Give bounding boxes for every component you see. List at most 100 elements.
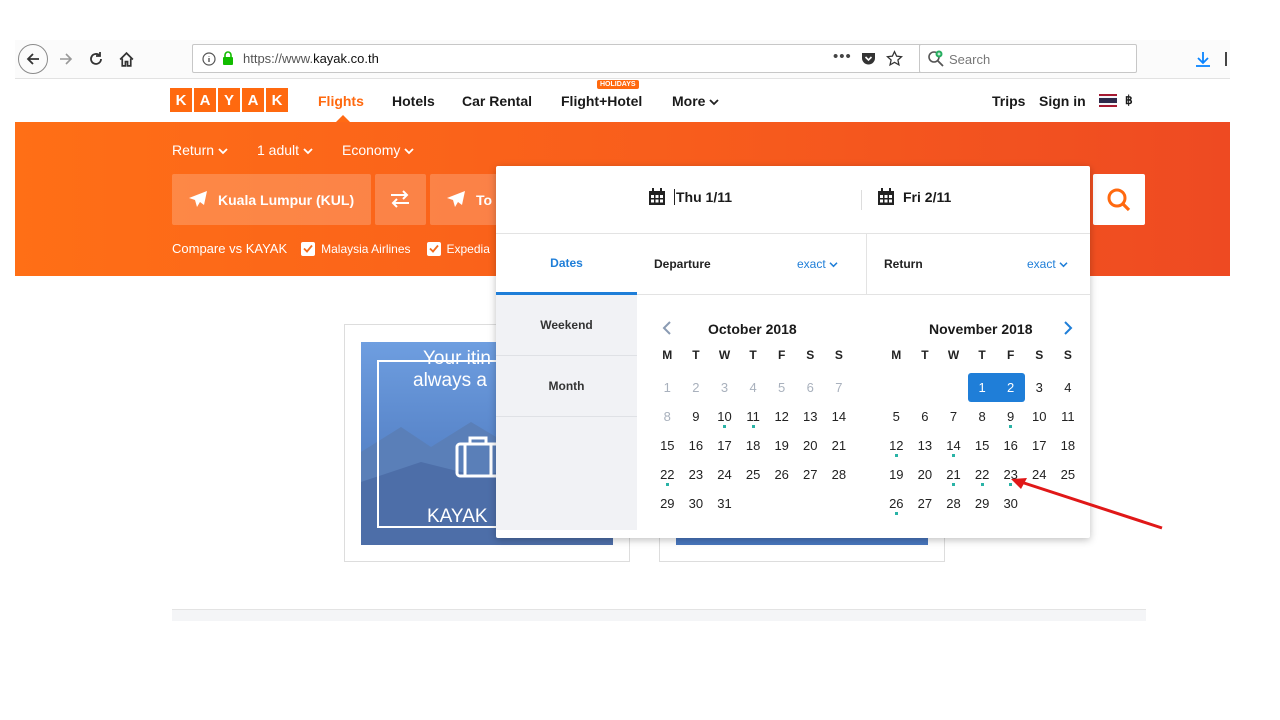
calendar-day[interactable]: 2 [996, 373, 1025, 402]
library-icon[interactable] [1225, 52, 1227, 66]
weekday-label: S [1063, 348, 1072, 362]
calendar-day[interactable]: 3 [1025, 373, 1054, 402]
calendar-day[interactable]: 30 [682, 489, 711, 518]
trip-type-dropdown[interactable]: Return [172, 142, 228, 158]
calendar-day[interactable]: 29 [653, 489, 682, 518]
chevron-down-icon [218, 148, 228, 155]
calendar-day[interactable]: 7 [939, 402, 968, 431]
calendar-day[interactable]: 9 [996, 402, 1025, 431]
tab-weekend[interactable]: Weekend [496, 295, 637, 356]
calendar-day[interactable]: 8 [968, 402, 997, 431]
calendar-day[interactable]: 13 [796, 402, 825, 431]
calendar-day[interactable]: 19 [767, 431, 796, 460]
return-date-field[interactable]: Fri 2/11 [877, 188, 951, 206]
calendar-empty [739, 489, 768, 518]
calendar-day[interactable]: 11 [739, 402, 768, 431]
calendar-day[interactable]: 10 [710, 402, 739, 431]
calendar-day[interactable]: 11 [1054, 402, 1083, 431]
nav-car-rental[interactable]: Car Rental [462, 93, 532, 109]
depart-date-field[interactable]: Thu 1/11 [648, 188, 732, 206]
currency-selector[interactable]: ฿ [1125, 93, 1133, 107]
calendar-day[interactable]: 5 [882, 402, 911, 431]
pocket-icon[interactable] [861, 51, 876, 66]
compare-checkbox[interactable] [301, 241, 316, 256]
tab-dates[interactable]: Dates [496, 234, 637, 295]
nav-trips[interactable]: Trips [992, 93, 1025, 109]
nav-more[interactable]: More [672, 93, 719, 109]
calendar-day[interactable]: 16 [996, 431, 1025, 460]
picker-mode-sidebar: Dates Weekend Month [496, 234, 637, 530]
calendar-day[interactable]: 18 [739, 431, 768, 460]
calendar-day[interactable]: 6 [911, 402, 940, 431]
calendar-day[interactable]: 25 [739, 460, 768, 489]
cabin-dropdown[interactable]: Economy [342, 142, 414, 158]
calendar-icon [878, 188, 894, 205]
calendar-day[interactable]: 12 [767, 402, 796, 431]
calendar-day[interactable]: 29 [968, 489, 997, 518]
calendar-day[interactable]: 31 [710, 489, 739, 518]
calendar-day[interactable]: 16 [682, 431, 711, 460]
page-actions-icon[interactable]: ••• [833, 48, 852, 65]
star-icon[interactable] [886, 50, 903, 67]
calendar-day[interactable]: 21 [939, 460, 968, 489]
calendar-day[interactable]: 1 [967, 373, 997, 402]
nav-sign-in[interactable]: Sign in [1039, 93, 1086, 109]
calendar-day[interactable]: 26 [767, 460, 796, 489]
home-button[interactable] [111, 44, 141, 74]
weekday-label: S [834, 348, 843, 362]
nav-flight-hotel[interactable]: Flight+Hotel [561, 93, 642, 109]
destination-field[interactable]: To [430, 174, 500, 225]
return-flex-dropdown[interactable]: exact [1027, 257, 1068, 271]
calendar-day[interactable]: 22 [653, 460, 682, 489]
search-button[interactable] [1093, 174, 1145, 225]
calendar-day[interactable]: 18 [1054, 431, 1083, 460]
calendar-day[interactable]: 14 [939, 431, 968, 460]
reload-button[interactable] [81, 44, 111, 74]
prev-month-icon[interactable] [661, 320, 673, 336]
calendar-day[interactable]: 15 [653, 431, 682, 460]
calendar-day[interactable]: 26 [882, 489, 911, 518]
next-month-icon[interactable] [1062, 320, 1074, 336]
site-header: K A Y A K Flights Hotels Car Rental HOLI… [15, 80, 1230, 122]
calendar-day[interactable]: 20 [911, 460, 940, 489]
calendar-day[interactable]: 12 [882, 431, 911, 460]
thailand-flag-icon[interactable] [1099, 94, 1117, 107]
calendar-day[interactable]: 28 [825, 460, 854, 489]
browser-search-field[interactable]: Search [919, 44, 1137, 73]
calendar-day[interactable]: 22 [968, 460, 997, 489]
tab-month[interactable]: Month [496, 356, 637, 417]
calendar-day[interactable]: 27 [911, 489, 940, 518]
nav-flights[interactable]: Flights [318, 93, 364, 109]
swap-button[interactable] [375, 174, 426, 225]
calendar-day[interactable]: 4 [1054, 373, 1083, 402]
calendar-day[interactable]: 24 [710, 460, 739, 489]
nav-hotels[interactable]: Hotels [392, 93, 435, 109]
calendar-day[interactable]: 14 [825, 402, 854, 431]
return-label: Return [884, 257, 923, 271]
travelers-dropdown[interactable]: 1 adult [257, 142, 313, 158]
calendar-day[interactable]: 17 [710, 431, 739, 460]
calendar-day[interactable]: 20 [796, 431, 825, 460]
logo-letter: Y [218, 88, 240, 112]
calendar-day[interactable]: 17 [1025, 431, 1054, 460]
compare-checkbox[interactable] [426, 241, 441, 256]
calendar-day: 3 [720, 380, 729, 395]
calendar-day[interactable]: 27 [796, 460, 825, 489]
kayak-logo[interactable]: K A Y A K [170, 88, 288, 112]
calendar-day[interactable]: 15 [968, 431, 997, 460]
calendar-day[interactable]: 28 [939, 489, 968, 518]
origin-field[interactable]: Kuala Lumpur (KUL) [172, 174, 371, 225]
forward-button[interactable] [51, 44, 81, 74]
calendar-day[interactable]: 19 [882, 460, 911, 489]
back-button[interactable] [18, 44, 48, 74]
weekday-label: W [718, 348, 731, 362]
download-icon[interactable] [1195, 51, 1211, 68]
departure-flex-dropdown[interactable]: exact [797, 257, 838, 271]
info-icon[interactable] [202, 52, 216, 66]
calendar-day[interactable]: 21 [825, 431, 854, 460]
calendar-day[interactable]: 23 [682, 460, 711, 489]
calendar-day[interactable]: 13 [911, 431, 940, 460]
url-bar[interactable]: https://www.kayak.co.th ••• [192, 44, 924, 73]
calendar-day[interactable]: 9 [682, 402, 711, 431]
calendar-day[interactable]: 10 [1025, 402, 1054, 431]
